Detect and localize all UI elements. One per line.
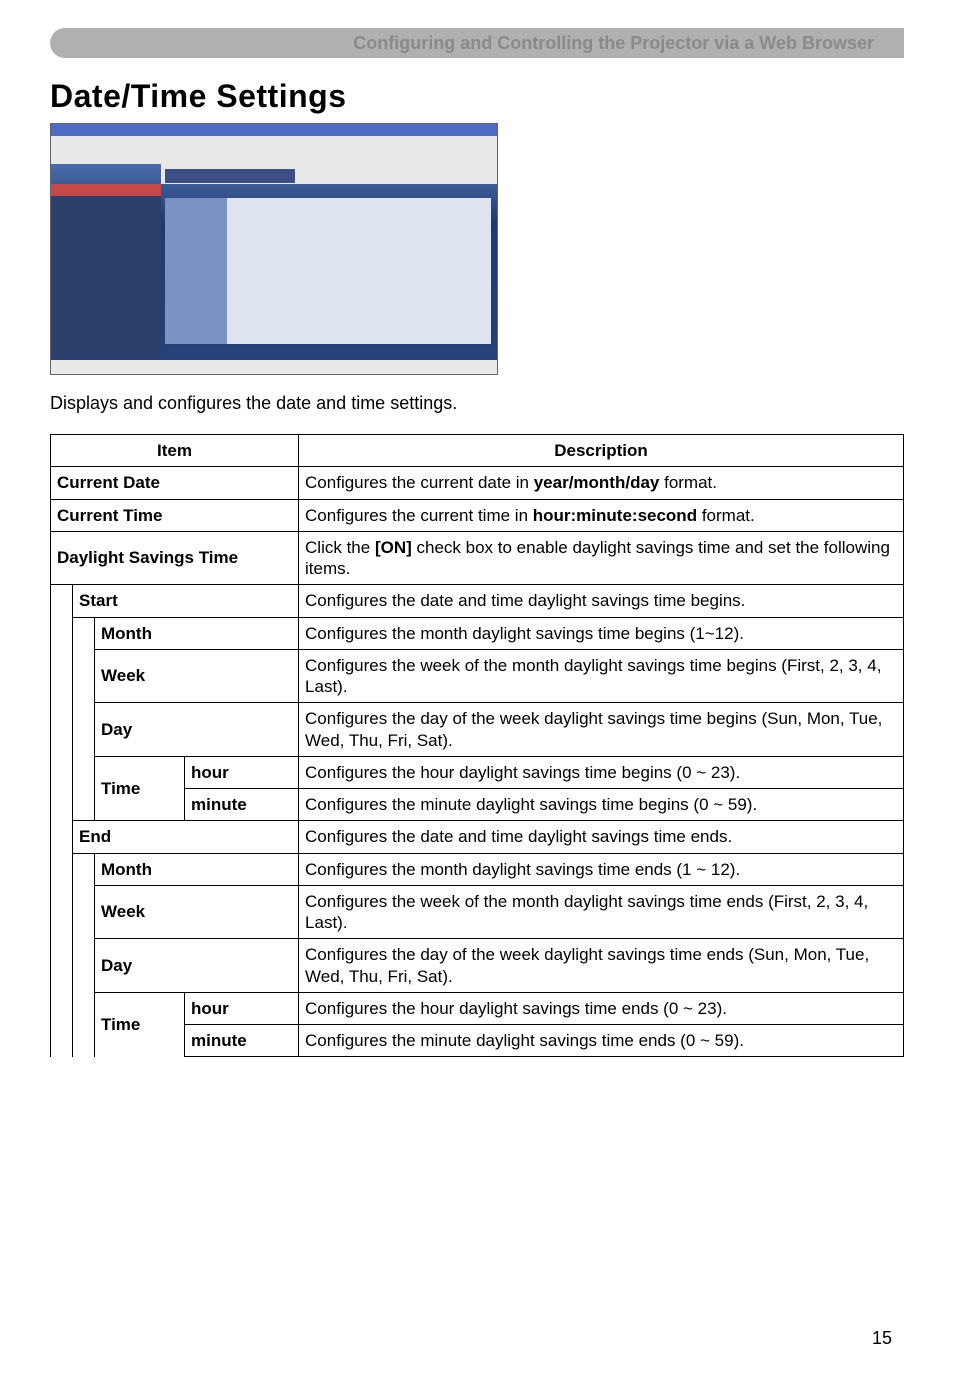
row-dst: Daylight Savings Time Click the [ON] che… bbox=[51, 531, 904, 585]
indent-dst bbox=[51, 585, 73, 1057]
item-end-hour: hour bbox=[185, 992, 299, 1024]
table-header-row: Item Description bbox=[51, 435, 904, 467]
section-header-bar: Configuring and Controlling the Projecto… bbox=[50, 28, 904, 58]
row-end-hour: Time hour Configures the hour daylight s… bbox=[51, 992, 904, 1024]
item-end-week: Week bbox=[95, 885, 299, 939]
item-current-date: Current Date bbox=[51, 467, 299, 499]
row-start-day: Day Configures the day of the week dayli… bbox=[51, 703, 904, 757]
desc-current-time: Configures the current time in hour:minu… bbox=[299, 499, 904, 531]
item-start-day: Day bbox=[95, 703, 299, 757]
desc-start-hour: Configures the hour daylight savings tim… bbox=[299, 756, 904, 788]
desc-end-hour: Configures the hour daylight savings tim… bbox=[299, 992, 904, 1024]
indent-end bbox=[73, 853, 95, 1057]
settings-table: Item Description Current Date Configures… bbox=[50, 434, 904, 1057]
page-number: 15 bbox=[872, 1328, 892, 1349]
item-start-hour: hour bbox=[185, 756, 299, 788]
item-start-time: Time bbox=[95, 756, 185, 821]
item-dst: Daylight Savings Time bbox=[51, 531, 299, 585]
desc-start-minute: Configures the minute daylight savings t… bbox=[299, 789, 904, 821]
th-item: Item bbox=[51, 435, 299, 467]
row-end: End Configures the date and time dayligh… bbox=[51, 821, 904, 853]
row-end-week: Week Configures the week of the month da… bbox=[51, 885, 904, 939]
screenshot-placeholder bbox=[50, 123, 498, 375]
item-start-month: Month bbox=[95, 617, 299, 649]
item-end: End bbox=[73, 821, 299, 853]
item-end-time: Time bbox=[95, 992, 185, 1057]
desc-dst: Click the [ON] check box to enable dayli… bbox=[299, 531, 904, 585]
desc-current-date: Configures the current date in year/mont… bbox=[299, 467, 904, 499]
desc-end-week: Configures the week of the month dayligh… bbox=[299, 885, 904, 939]
item-end-day: Day bbox=[95, 939, 299, 993]
row-end-month: Month Configures the month daylight savi… bbox=[51, 853, 904, 885]
row-start-month: Month Configures the month daylight savi… bbox=[51, 617, 904, 649]
row-start: Start Configures the date and time dayli… bbox=[51, 585, 904, 617]
section-header-text: Configuring and Controlling the Projecto… bbox=[353, 33, 874, 54]
page-title: Date/Time Settings bbox=[50, 78, 904, 115]
item-start-week: Week bbox=[95, 649, 299, 703]
item-current-time: Current Time bbox=[51, 499, 299, 531]
desc-start-month: Configures the month daylight savings ti… bbox=[299, 617, 904, 649]
desc-start-week: Configures the week of the month dayligh… bbox=[299, 649, 904, 703]
row-end-day: Day Configures the day of the week dayli… bbox=[51, 939, 904, 993]
desc-start-day: Configures the day of the week daylight … bbox=[299, 703, 904, 757]
item-end-month: Month bbox=[95, 853, 299, 885]
row-current-time: Current Time Configures the current time… bbox=[51, 499, 904, 531]
desc-start: Configures the date and time daylight sa… bbox=[299, 585, 904, 617]
item-end-minute: minute bbox=[185, 1025, 299, 1057]
desc-end: Configures the date and time daylight sa… bbox=[299, 821, 904, 853]
th-description: Description bbox=[299, 435, 904, 467]
desc-end-month: Configures the month daylight savings ti… bbox=[299, 853, 904, 885]
caption-text: Displays and configures the date and tim… bbox=[50, 393, 904, 414]
row-current-date: Current Date Configures the current date… bbox=[51, 467, 904, 499]
item-start-minute: minute bbox=[185, 789, 299, 821]
desc-end-day: Configures the day of the week daylight … bbox=[299, 939, 904, 993]
row-start-hour: Time hour Configures the hour daylight s… bbox=[51, 756, 904, 788]
indent-start bbox=[73, 617, 95, 821]
row-start-week: Week Configures the week of the month da… bbox=[51, 649, 904, 703]
desc-end-minute: Configures the minute daylight savings t… bbox=[299, 1025, 904, 1057]
item-start: Start bbox=[73, 585, 299, 617]
